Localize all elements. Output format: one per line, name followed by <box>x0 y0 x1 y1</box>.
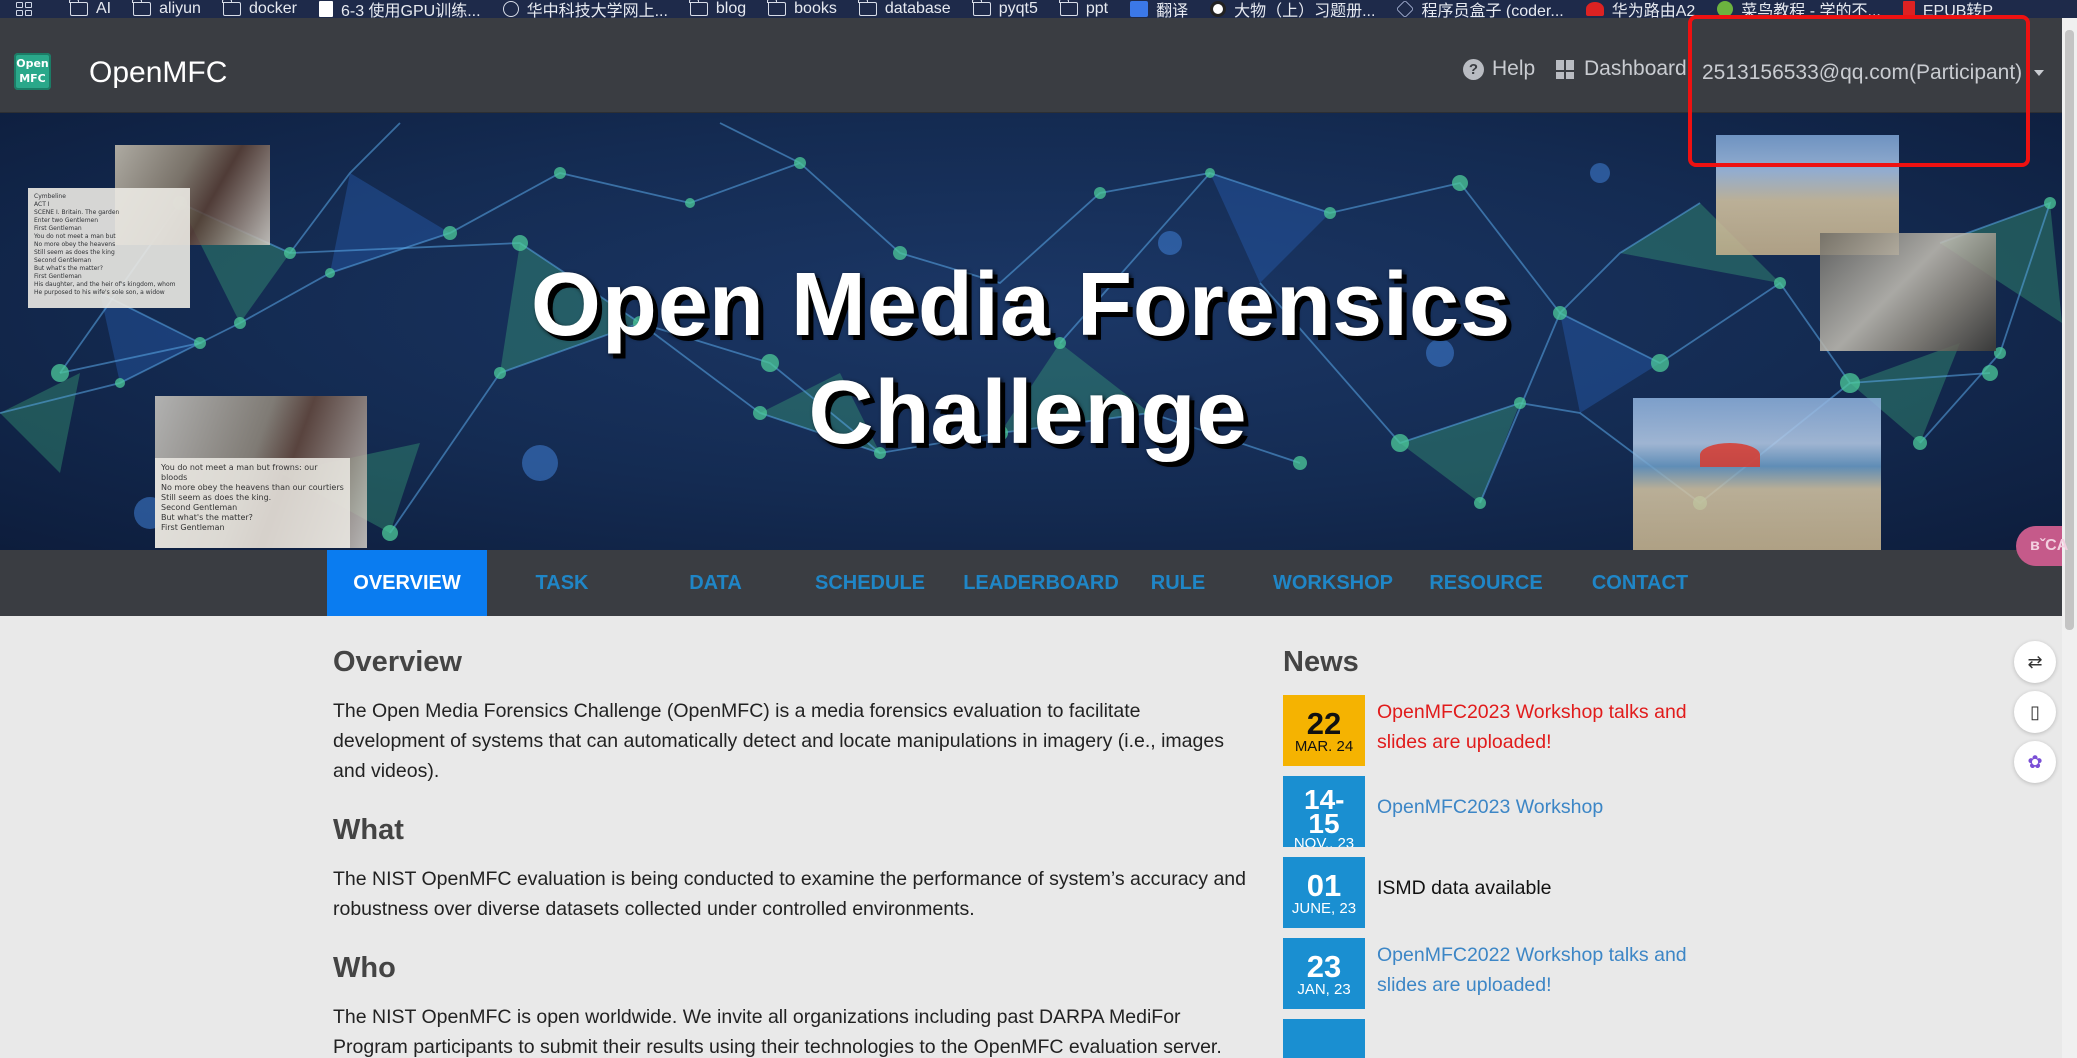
site-icon <box>1210 1 1227 17</box>
tab-data[interactable]: DATA <box>642 550 789 616</box>
news-date-badge <box>1283 1019 1365 1058</box>
news-item: 01 JUNE, 23 ISMD data available <box>1283 857 1733 929</box>
folder-icon <box>688 0 708 16</box>
folder-icon <box>69 0 88 16</box>
news-link[interactable]: OpenMFC2023 Workshop talks and slides ar… <box>1377 697 1727 757</box>
brand-link[interactable]: OpenMFC <box>89 56 227 90</box>
news-date-badge: 14-15 NOV., 23 <box>1283 776 1365 847</box>
brain-icon[interactable]: ✿ <box>2014 741 2056 783</box>
tab-resource[interactable]: RESOURCE <box>1410 550 1562 616</box>
bookmark-ppt[interactable]: ppt <box>1058 0 1108 18</box>
bookmark-physics[interactable]: 大物（上）习题册... <box>1210 0 1375 18</box>
floating-assistant-tab[interactable]: вˇCA <box>2016 526 2068 566</box>
hero-photo-text-sheet-2: You do not meet a man but frowns: our bl… <box>155 458 350 548</box>
what-heading: What <box>333 814 404 846</box>
news-link[interactable]: OpenMFC2022 Workshop talks and slides ar… <box>1377 940 1727 1000</box>
news-column: News 22 MAR. 24 OpenMFC2023 Workshop tal… <box>1283 646 1733 1058</box>
who-text: The NIST OpenMFC is open worldwide. We i… <box>333 1006 1222 1058</box>
caret-down-icon <box>2034 70 2045 76</box>
translate-icon <box>1130 1 1149 17</box>
apps-grid-icon[interactable] <box>16 0 40 18</box>
bookmark-gpu-training[interactable]: 6-3 使用GPU训练... <box>318 0 481 18</box>
news-date-badge: 01 JUNE, 23 <box>1283 857 1365 928</box>
news-date-badge: 23 JAN, 23 <box>1283 938 1365 1009</box>
news-item: 23 JAN, 23 OpenMFC2022 Workshop talks an… <box>1283 938 1733 1010</box>
news-heading: News <box>1283 646 1359 678</box>
main-content: Overview The Open Media Forensics Challe… <box>0 616 2062 1058</box>
overview-column: Overview The Open Media Forensics Challe… <box>333 646 1248 1058</box>
folder-icon <box>857 0 877 16</box>
book-icon[interactable]: ▯ <box>2014 691 2056 733</box>
bookmark-huawei[interactable]: 华为路由A2 <box>1585 0 1695 18</box>
highlight-annotation <box>1688 15 2030 167</box>
dashboard-icon <box>1556 59 1575 79</box>
tab-leaderboard[interactable]: LEADERBOARD <box>955 550 1127 616</box>
tab-task[interactable]: TASK <box>487 550 637 616</box>
bookmark-pyqt5[interactable]: pyqt5 <box>971 0 1038 18</box>
bookmark-translate[interactable]: 翻译 <box>1130 0 1188 18</box>
folder-icon <box>971 0 991 16</box>
help-link[interactable]: ? Help <box>1463 57 1535 81</box>
news-item: 22 MAR. 24 OpenMFC2023 Workshop talks an… <box>1283 695 1733 767</box>
bookmark-blog[interactable]: blog <box>688 0 746 18</box>
overview-heading: Overview <box>333 646 462 678</box>
news-item-partial <box>1283 1019 1733 1058</box>
tab-workshop[interactable]: WORKSHOP <box>1253 550 1413 616</box>
tab-schedule[interactable]: SCHEDULE <box>790 550 950 616</box>
tab-rule[interactable]: RULE <box>1133 550 1223 616</box>
openmfc-logo[interactable]: Open MFC <box>14 53 51 90</box>
bookmark-database[interactable]: database <box>857 0 951 18</box>
bookmark-ai[interactable]: AI <box>69 0 111 18</box>
section-tabs: OVERVIEW TASK DATA SCHEDULE LEADERBOARD … <box>0 550 2062 616</box>
hex-icon <box>1396 0 1415 18</box>
overview-text: The Open Media Forensics Challenge (Open… <box>333 700 1224 782</box>
translate-icon[interactable]: ⇄ <box>2014 641 2056 683</box>
hero-title: Open Media Forensics Challenge <box>530 255 1512 463</box>
what-text: The NIST OpenMFC evaluation is being con… <box>333 868 1246 920</box>
folder-icon <box>221 0 241 16</box>
bookmark-books[interactable]: books <box>767 0 837 18</box>
folder-icon <box>132 0 152 16</box>
question-circle-icon: ? <box>1463 58 1484 80</box>
globe-icon <box>502 1 519 17</box>
who-heading: Who <box>333 952 396 984</box>
hero-banner: Cymbeline ACT I SCENE I. Britain. The ga… <box>0 113 2062 550</box>
bookmark-docker[interactable]: docker <box>221 0 297 18</box>
news-date-badge: 22 MAR. 24 <box>1283 695 1365 766</box>
bookmark-aliyun[interactable]: aliyun <box>132 0 201 18</box>
bookmark-hust[interactable]: 华中科技大学网上... <box>502 0 668 18</box>
folder-icon <box>767 0 787 16</box>
huawei-icon <box>1585 2 1604 16</box>
page-icon <box>318 1 333 17</box>
bookmark-coder-box[interactable]: 程序员盒子 (coder... <box>1396 0 1564 18</box>
news-link[interactable]: OpenMFC2023 Workshop <box>1377 792 1727 822</box>
news-text: ISMD data available <box>1377 877 1552 899</box>
tab-overview[interactable]: OVERVIEW <box>327 550 487 616</box>
dashboard-link[interactable]: Dashboard <box>1556 57 1687 81</box>
news-item: 14-15 NOV., 23 OpenMFC2023 Workshop <box>1283 776 1733 848</box>
folder-icon <box>1058 0 1078 16</box>
tab-contact[interactable]: CONTACT <box>1570 550 1710 616</box>
